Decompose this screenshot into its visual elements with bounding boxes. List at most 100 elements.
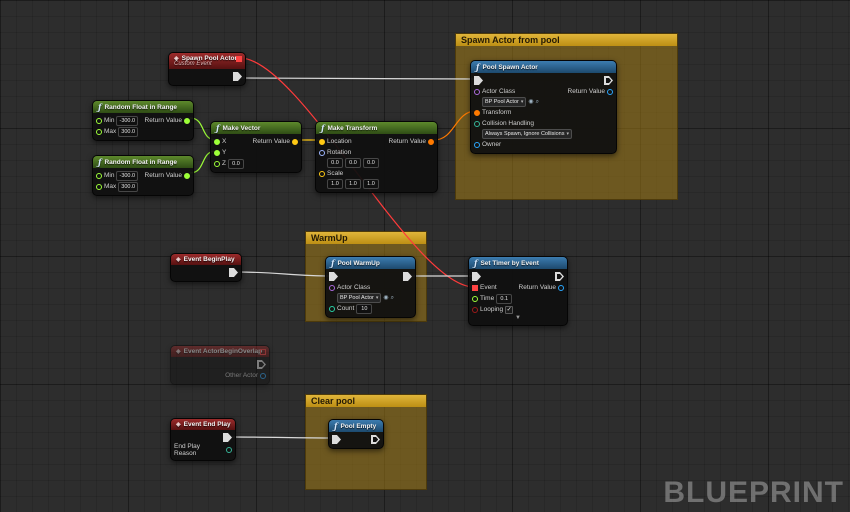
time-value-input[interactable]: 0.1: [496, 293, 513, 304]
return-value-pin[interactable]: [292, 138, 298, 145]
node-pool-spawn-actor[interactable]: ƒ Pool Spawn Actor Actor Class Return Va…: [470, 60, 617, 154]
collapse-chevron-icon[interactable]: ▼: [469, 315, 567, 322]
collision-handling-dropdown[interactable]: Always Spawn, Ignore Collisions ▾: [482, 129, 572, 139]
count-label: Count: [337, 305, 355, 312]
actor-class-dropdown[interactable]: BP Pool Actor ▾: [482, 97, 527, 107]
comment-title[interactable]: WarmUp: [306, 232, 426, 244]
node-random-float-in-range-1[interactable]: ƒ Random Float in Range Min -300.0 Retur…: [92, 100, 194, 141]
node-title: Random Float in Range: [104, 103, 178, 111]
count-value-input[interactable]: 10: [356, 303, 373, 314]
actor-class-pin[interactable]: [474, 88, 480, 95]
scale-y-input[interactable]: 1.0: [345, 179, 361, 189]
delegate-pin[interactable]: [236, 56, 242, 62]
browse-asset-icon[interactable]: ⌕: [536, 99, 539, 105]
node-event-end-play[interactable]: ◈ Event End Play End Play Reason: [170, 418, 236, 461]
exec-in-pin[interactable]: [329, 272, 338, 281]
scale-z-input[interactable]: 1.0: [363, 179, 379, 189]
min-value-input[interactable]: -300.0: [116, 115, 139, 126]
actor-class-value: BP Pool Actor: [340, 295, 374, 301]
exec-out-pin[interactable]: [257, 360, 266, 369]
min-value-input[interactable]: -300.0: [116, 170, 139, 181]
use-selected-asset-icon[interactable]: ◉: [528, 99, 533, 105]
location-label: Location: [327, 138, 352, 145]
comment-title[interactable]: Clear pool: [306, 395, 426, 407]
return-value-pin[interactable]: [558, 284, 564, 291]
comment-title[interactable]: Spawn Actor from pool: [456, 34, 677, 46]
rotation-z-input[interactable]: 0.0: [363, 158, 379, 168]
max-value-input[interactable]: 300.0: [118, 126, 139, 137]
function-icon: ƒ: [98, 157, 102, 167]
scale-pin[interactable]: [319, 170, 325, 177]
y-pin[interactable]: [214, 149, 220, 156]
return-value-label: Return Value: [144, 172, 182, 179]
use-selected-asset-icon[interactable]: ◉: [383, 295, 388, 301]
node-custom-event-spawn-pool-actor[interactable]: ◈ Spawn Pool Actor Custom Event: [168, 52, 246, 86]
transform-pin[interactable]: [474, 109, 480, 116]
actor-class-pin[interactable]: [329, 284, 335, 291]
function-icon: ƒ: [331, 258, 335, 268]
node-title: Make Transform: [327, 124, 378, 132]
chevron-down-icon: ▾: [566, 131, 569, 137]
function-icon: ƒ: [334, 421, 338, 431]
event-delegate-pin[interactable]: [472, 284, 478, 291]
return-value-pin[interactable]: [428, 138, 434, 145]
end-play-reason-pin[interactable]: [226, 447, 232, 453]
exec-out-pin[interactable]: [233, 72, 242, 81]
function-icon: ƒ: [216, 123, 220, 133]
z-value-input[interactable]: 0.0: [227, 158, 244, 169]
rotation-label: Rotation: [327, 149, 352, 156]
node-pool-warmup[interactable]: ƒ Pool WarmUp Actor Class BP Pool Actor …: [325, 256, 416, 318]
node-random-float-in-range-2[interactable]: ƒ Random Float in Range Min -300.0 Retur…: [92, 155, 194, 196]
exec-in-pin[interactable]: [332, 435, 341, 444]
collision-handling-pin[interactable]: [474, 120, 480, 127]
node-make-vector[interactable]: ƒ Make Vector X Return Value Y Z 0.0: [210, 121, 302, 173]
x-pin[interactable]: [214, 138, 220, 145]
function-icon: ƒ: [476, 62, 480, 72]
max-value-input[interactable]: 300.0: [118, 181, 139, 192]
x-label: X: [222, 138, 227, 145]
min-pin[interactable]: [96, 117, 102, 124]
max-label: Max: [104, 183, 117, 190]
node-title: Random Float in Range: [104, 158, 178, 166]
return-value-label: Return Value: [144, 117, 182, 124]
other-actor-pin[interactable]: [260, 372, 266, 379]
rotation-pin[interactable]: [319, 149, 325, 156]
exec-in-pin[interactable]: [474, 76, 483, 85]
node-pool-empty[interactable]: ƒ Pool Empty: [328, 419, 384, 449]
exec-in-pin[interactable]: [472, 272, 481, 281]
delegate-pin[interactable]: [260, 349, 266, 355]
return-value-pin[interactable]: [184, 172, 190, 179]
max-pin[interactable]: [96, 128, 102, 135]
browse-asset-icon[interactable]: ⌕: [391, 295, 394, 301]
event-label: Event: [480, 284, 497, 291]
looping-checkbox[interactable]: ✓: [505, 305, 514, 314]
node-make-transform[interactable]: ƒ Make Transform Location Return Value R…: [315, 121, 438, 193]
exec-out-pin[interactable]: [223, 433, 232, 442]
blueprint-graph-canvas[interactable]: Spawn Actor from pool WarmUp Clear pool …: [0, 0, 850, 512]
return-value-pin[interactable]: [184, 117, 190, 124]
looping-pin[interactable]: [472, 306, 478, 313]
exec-out-pin[interactable]: [555, 272, 564, 281]
return-value-pin[interactable]: [607, 88, 613, 95]
exec-out-pin[interactable]: [604, 76, 613, 85]
exec-out-pin[interactable]: [371, 435, 380, 444]
rotation-x-input[interactable]: 0.0: [327, 158, 343, 168]
collision-handling-label: Collision Handling: [482, 120, 535, 127]
rotation-y-input[interactable]: 0.0: [345, 158, 361, 168]
location-pin[interactable]: [319, 138, 325, 145]
count-pin[interactable]: [329, 305, 335, 312]
node-event-beginplay[interactable]: ◈ Event BeginPlay: [170, 253, 242, 282]
exec-out-pin[interactable]: [403, 272, 412, 281]
owner-label: Owner: [482, 141, 502, 148]
node-event-actorbeginoverlap[interactable]: ◈ Event ActorBeginOverlap Other Actor: [170, 345, 270, 385]
node-set-timer-by-event[interactable]: ƒ Set Timer by Event Event Return Value: [468, 256, 568, 326]
time-pin[interactable]: [472, 295, 478, 302]
max-pin[interactable]: [96, 183, 102, 190]
owner-pin[interactable]: [474, 141, 480, 148]
node-title: Pool Empty: [340, 422, 377, 430]
min-pin[interactable]: [96, 172, 102, 179]
scale-x-input[interactable]: 1.0: [327, 179, 343, 189]
z-pin[interactable]: [214, 160, 220, 167]
actor-class-dropdown[interactable]: BP Pool Actor ▾: [337, 293, 382, 303]
exec-out-pin[interactable]: [229, 268, 238, 277]
